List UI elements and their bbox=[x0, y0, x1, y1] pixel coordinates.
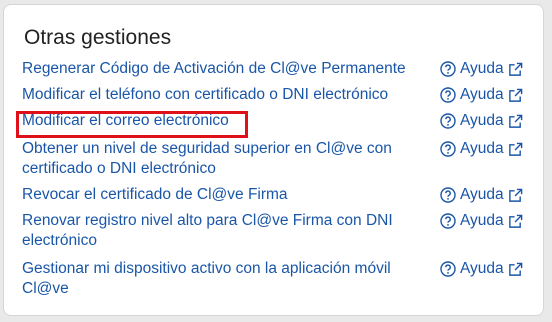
question-circle-icon bbox=[440, 113, 456, 129]
external-link-icon bbox=[508, 142, 522, 156]
help-label: Ayuda bbox=[460, 186, 504, 203]
link-modificar-telefono[interactable]: Modificar el teléfono con certificado o … bbox=[22, 85, 422, 105]
question-circle-icon bbox=[440, 61, 456, 77]
question-circle-icon bbox=[440, 187, 456, 203]
section-title: Otras gestiones bbox=[24, 26, 172, 49]
link-regenerar-codigo[interactable]: Regenerar Código de Activación de Cl@ve … bbox=[22, 59, 422, 79]
question-circle-icon bbox=[440, 261, 456, 277]
link-revocar-certificado[interactable]: Revocar el certificado de Cl@ve Firma bbox=[22, 185, 422, 205]
help-label: Ayuda bbox=[460, 212, 504, 229]
link-renovar-registro[interactable]: Renovar registro nivel alto para Cl@ve F… bbox=[22, 211, 422, 251]
external-link-icon bbox=[508, 62, 522, 76]
help-label: Ayuda bbox=[460, 112, 504, 129]
link-nivel-seguridad[interactable]: Obtener un nivel de seguridad superior e… bbox=[22, 139, 422, 179]
link-modificar-correo[interactable]: Modificar el correo electrónico bbox=[22, 111, 422, 131]
help-link[interactable]: Ayuda bbox=[440, 59, 523, 79]
help-link[interactable]: Ayuda bbox=[440, 259, 523, 279]
external-link-icon bbox=[508, 214, 522, 228]
otras-gestiones-card: Otras gestiones Regenerar Código de Acti… bbox=[3, 4, 544, 316]
question-circle-icon bbox=[440, 87, 456, 103]
external-link-icon bbox=[508, 88, 522, 102]
link-gestionar-dispositivo[interactable]: Gestionar mi dispositivo activo con la a… bbox=[22, 259, 422, 299]
question-circle-icon bbox=[440, 213, 456, 229]
help-link[interactable]: Ayuda bbox=[440, 85, 523, 105]
external-link-icon bbox=[508, 188, 522, 202]
external-link-icon bbox=[508, 262, 522, 276]
question-circle-icon bbox=[440, 141, 456, 157]
help-label: Ayuda bbox=[460, 140, 504, 157]
help-link[interactable]: Ayuda bbox=[440, 139, 523, 159]
help-link[interactable]: Ayuda bbox=[440, 185, 523, 205]
help-link[interactable]: Ayuda bbox=[440, 111, 523, 131]
help-label: Ayuda bbox=[460, 260, 504, 277]
external-link-icon bbox=[508, 114, 522, 128]
help-label: Ayuda bbox=[460, 60, 504, 77]
help-link[interactable]: Ayuda bbox=[440, 211, 523, 231]
help-label: Ayuda bbox=[460, 86, 504, 103]
